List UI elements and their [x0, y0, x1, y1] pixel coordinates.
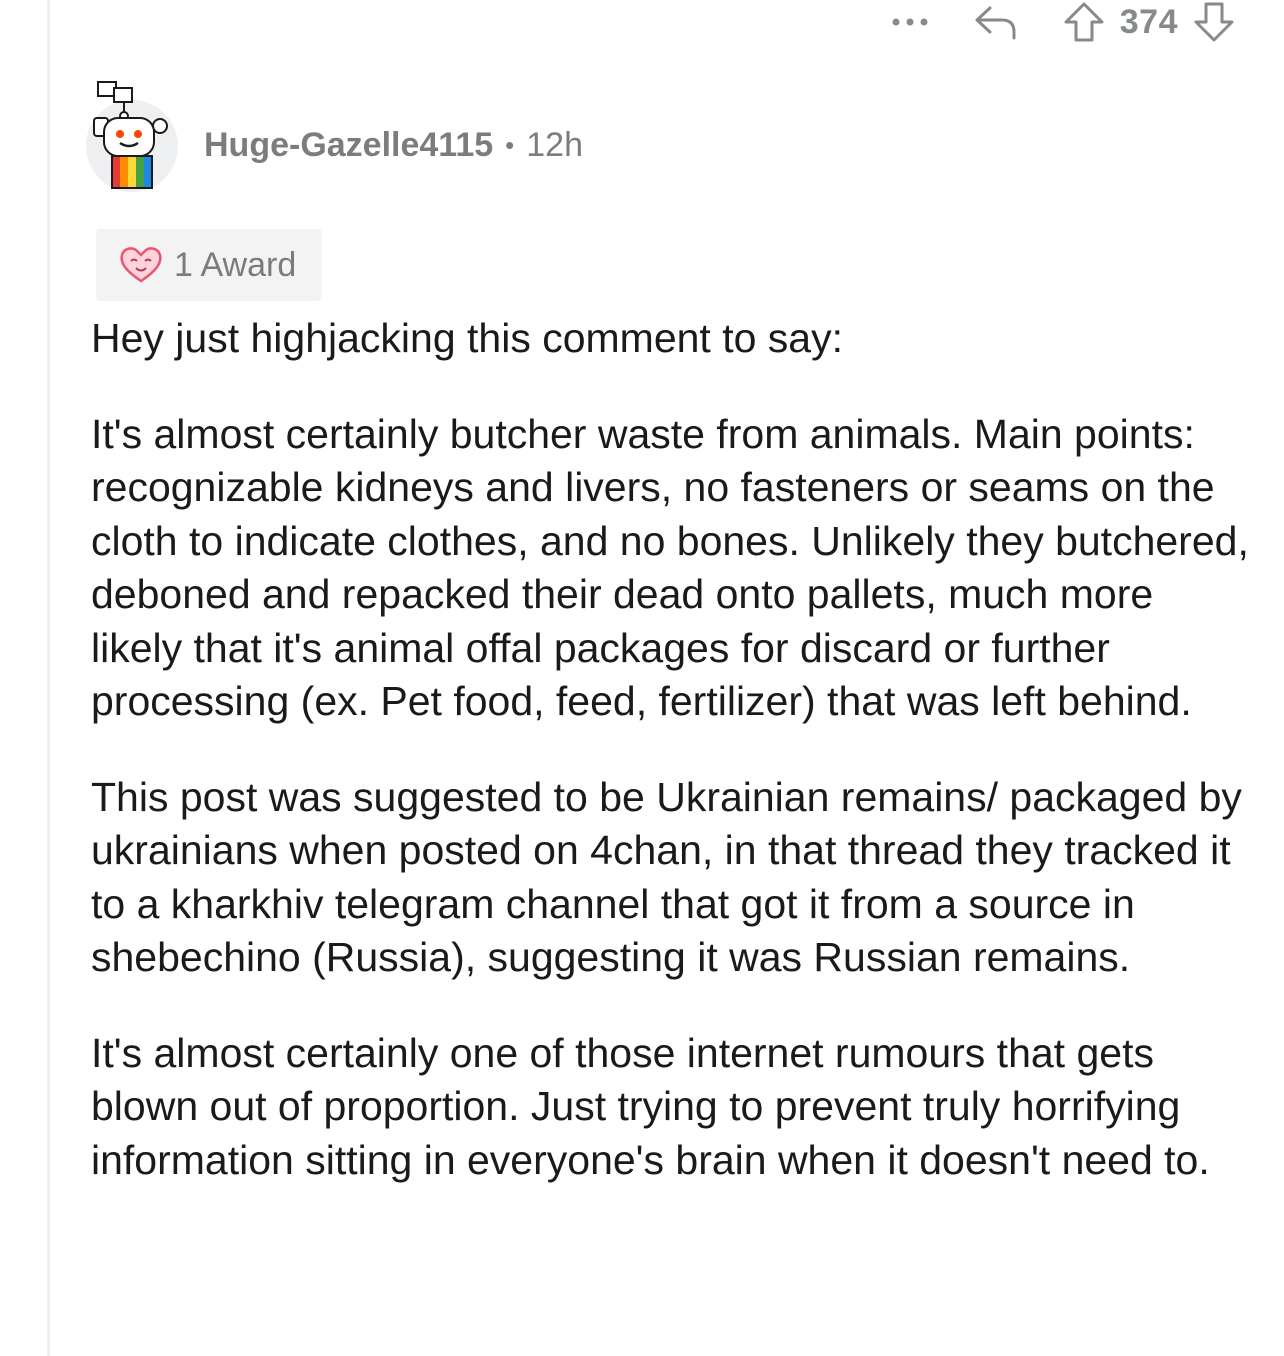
- wholesome-heart-icon: [118, 245, 164, 285]
- comment-header: Huge-Gazelle4115 • 12h: [84, 80, 583, 192]
- comment-paragraph: It's almost certainly one of those inter…: [91, 1029, 1210, 1183]
- reply-icon[interactable]: [974, 2, 1018, 42]
- more-dots-icon[interactable]: [890, 16, 930, 28]
- comment-paragraph: This post was suggested to be Ukrainian …: [91, 773, 1242, 981]
- vote-score: 374: [1119, 2, 1178, 41]
- downvote-arrow-icon[interactable]: [1192, 0, 1236, 44]
- award-badge[interactable]: 1 Award: [96, 229, 323, 301]
- avatar[interactable]: [84, 80, 180, 192]
- thread-line[interactable]: [47, 0, 50, 1356]
- meta-separator: •: [505, 129, 515, 160]
- comment-paragraph: Hey just highjacking this comment to say…: [91, 315, 843, 361]
- upvote-arrow-icon[interactable]: [1062, 0, 1106, 44]
- user-meta: Huge-Gazelle4115 • 12h: [204, 126, 583, 165]
- comment-paragraph: It's almost certainly butcher waste from…: [91, 410, 1249, 725]
- username[interactable]: Huge-Gazelle4115: [204, 126, 493, 165]
- timestamp: 12h: [526, 125, 583, 164]
- comment-body: Hey just highjacking this comment to say…: [91, 312, 1251, 1229]
- comment-action-bar: 374: [890, 0, 1236, 44]
- award-label: 1 Award: [174, 245, 297, 284]
